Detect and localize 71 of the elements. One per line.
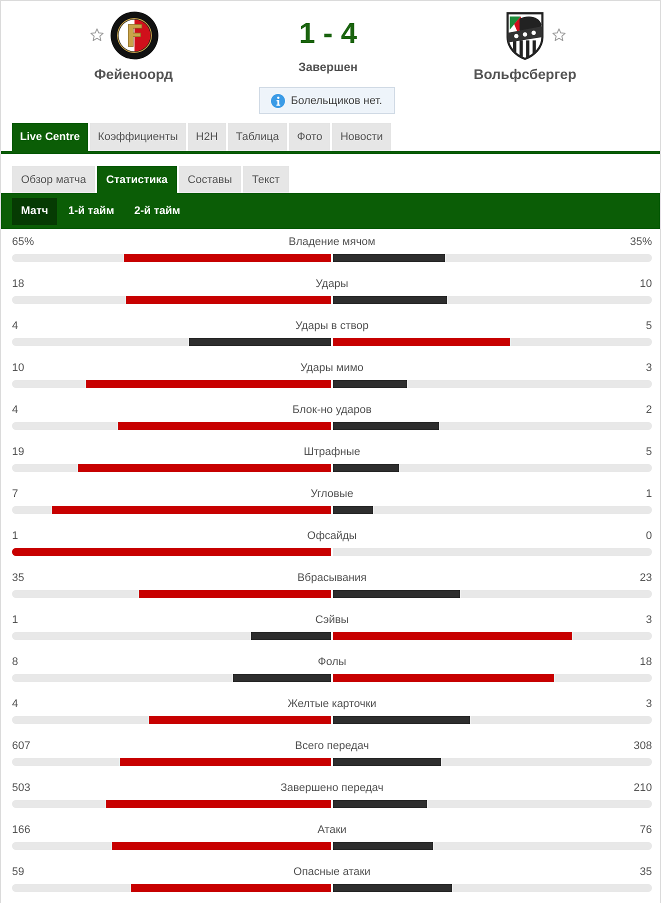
away-stat-value: 1 <box>646 488 652 500</box>
nav-tab[interactable]: H2H <box>188 123 226 151</box>
club-crest-icon <box>110 10 158 60</box>
stat-label: Опасные атаки <box>293 866 371 878</box>
stat-label: Угловые <box>310 488 354 500</box>
away-stat-value: 3 <box>646 698 652 710</box>
home-team-name[interactable]: Фейеноорд <box>94 66 173 83</box>
home-stat-value: 4 <box>12 404 18 416</box>
stat-label: Владение мячом <box>288 236 376 248</box>
away-stat-value: 3 <box>646 614 652 626</box>
home-stat-value: 59 <box>12 866 24 878</box>
home-stat-value: 35 <box>12 572 24 584</box>
section-tab[interactable]: Составы <box>178 166 241 193</box>
favorite-star-icon[interactable] <box>552 28 566 42</box>
away-stat-value: 5 <box>646 446 652 458</box>
home-stat-value: 65% <box>12 236 34 248</box>
fans-notice-text: Болельщиков нет. <box>290 94 382 106</box>
stat-label: Удары в створ <box>295 320 369 332</box>
stat-label: Сэйвы <box>315 614 349 626</box>
away-stat-value: 76 <box>640 824 652 836</box>
away-stat-value: 308 <box>634 740 652 752</box>
stat-label: Завершено передач <box>280 782 384 794</box>
home-stat-value: 166 <box>12 824 30 836</box>
stat-label: Желтые карточки <box>288 698 376 710</box>
nav-tab[interactable]: Фото <box>289 123 330 151</box>
home-stat-value: 18 <box>12 278 24 290</box>
home-stat-value: 503 <box>12 782 30 794</box>
away-stat-value: 0 <box>646 530 652 542</box>
period-tab[interactable]: 1-й тайм <box>59 198 124 224</box>
away-team-name[interactable]: Вольфсбергер <box>474 66 576 83</box>
stat-label: Всего передач <box>295 740 369 752</box>
nav-tab[interactable]: Live Centre <box>12 123 88 151</box>
away-stat-value: 210 <box>634 782 652 794</box>
away-stat-value: 35% <box>630 236 652 248</box>
stat-label: Штрафные <box>304 446 360 458</box>
stat-label: Удары <box>316 278 348 290</box>
match-status: Завершен <box>298 60 358 74</box>
section-tab[interactable]: Текст <box>243 166 289 193</box>
nav-tab[interactable]: Таблица <box>228 123 288 151</box>
away-stat-value: 35 <box>640 866 652 878</box>
home-stat-value: 4 <box>12 698 18 710</box>
home-stat-value: 7 <box>12 488 18 500</box>
stat-label: Удары мимо <box>300 362 364 374</box>
home-stat-value: 19 <box>12 446 24 458</box>
home-stat-value: 607 <box>12 740 30 752</box>
period-tab[interactable]: 2-й тайм <box>125 198 190 224</box>
stat-label: Блок-но ударов <box>292 404 372 416</box>
away-stat-value: 23 <box>640 572 652 584</box>
home-stat-value: 10 <box>12 362 24 374</box>
stat-label: Офсайды <box>307 530 357 542</box>
away-stat-value: 5 <box>646 320 652 332</box>
period-tab[interactable]: Матч <box>12 198 58 224</box>
away-stat-value: 10 <box>640 278 652 290</box>
away-stat-value: 3 <box>646 362 652 374</box>
home-stat-value: 8 <box>12 656 18 668</box>
info-icon <box>270 94 285 108</box>
nav-tab[interactable]: Новости <box>332 123 391 151</box>
stat-label: Вбрасывания <box>297 572 367 584</box>
section-tab[interactable]: Статистика <box>97 166 177 193</box>
away-stat-value: 2 <box>646 404 652 416</box>
away-stat-value: 18 <box>640 656 652 668</box>
home-stat-value: 1 <box>12 530 18 542</box>
favorite-star-icon[interactable] <box>90 28 104 42</box>
home-stat-value: 4 <box>12 320 18 332</box>
home-stat-value: 1 <box>12 614 18 626</box>
stat-label: Фолы <box>318 656 346 668</box>
stat-label: Атаки <box>317 824 347 836</box>
club-crest-icon <box>504 10 546 60</box>
nav-tab[interactable]: Коэффициенты <box>90 123 186 151</box>
match-score: 1 - 4 <box>298 17 358 52</box>
section-tab[interactable]: Обзор матча <box>12 166 96 193</box>
